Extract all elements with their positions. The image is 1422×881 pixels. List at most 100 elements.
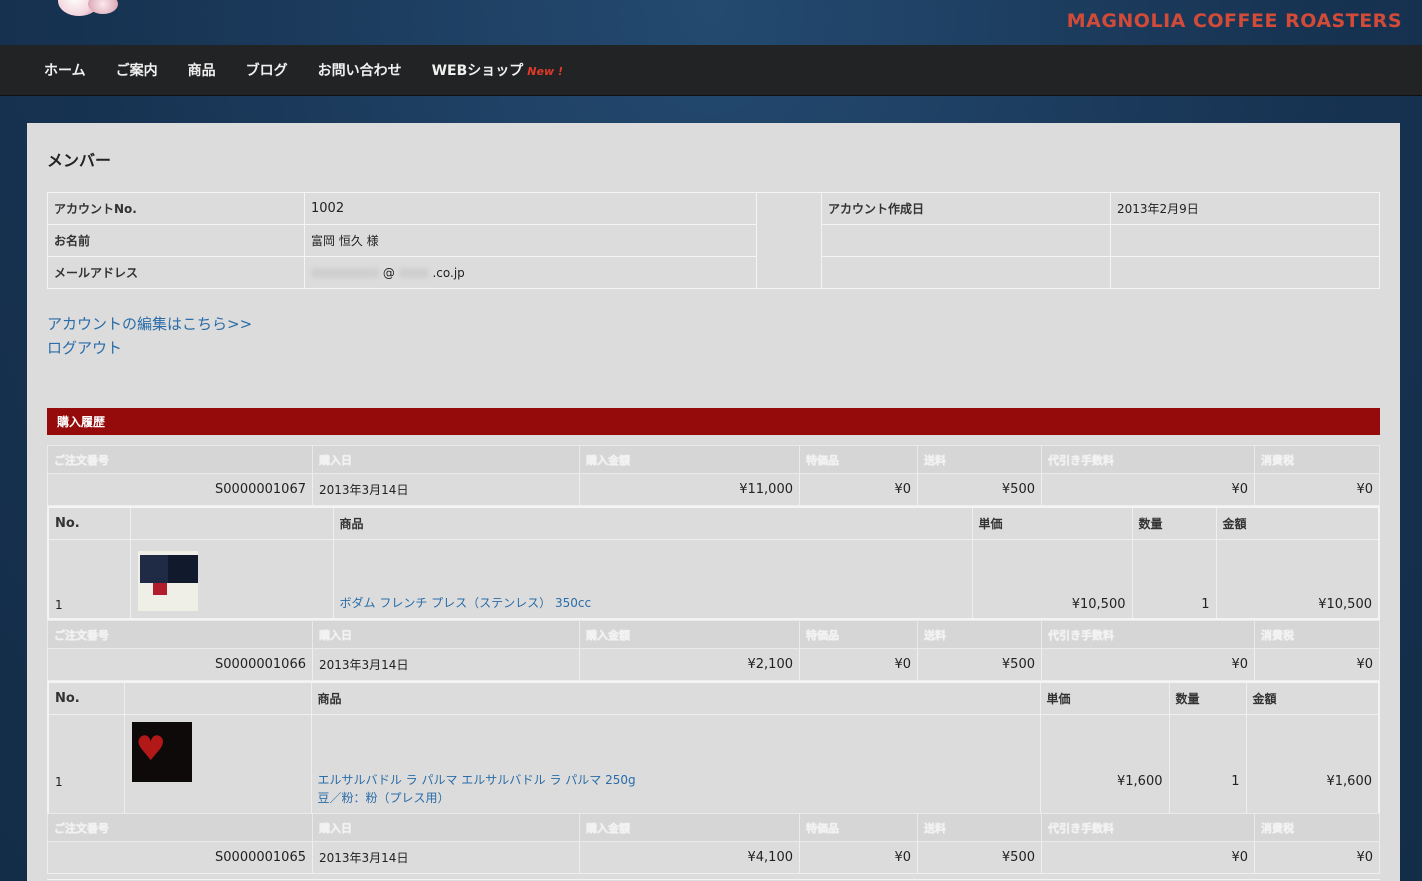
order-row: S0000001067 2013年3月14日 ¥11,000 ¥0 ¥500 ¥… [47, 473, 1380, 506]
order-header-row: ご注文番号 購入日 購入金額 特価品 送料 代引き手数料 消費税 [47, 813, 1380, 842]
item-total: ¥1,600 [1245, 713, 1380, 814]
item-total-header: 金額 [1215, 506, 1380, 540]
order-number: S0000001067 [47, 473, 313, 506]
account-empty-cell [1110, 224, 1380, 257]
order-special: ¥0 [799, 841, 918, 874]
thumbnail-heart: ♥ [135, 728, 166, 769]
account-links: アカウントの編集はこちら>> ログアウト [47, 312, 252, 360]
item-qty: 1 [1131, 538, 1217, 620]
item-unit-price-header: 単価 [971, 506, 1133, 540]
account-spacer [756, 192, 822, 289]
order-number-header: ご注文番号 [47, 445, 313, 474]
account-row-email: メールアドレス @ .co.jp [47, 256, 1380, 289]
account-empty-cell [1110, 256, 1380, 289]
item-qty: 1 [1168, 713, 1247, 814]
order-header-row: ご注文番号 購入日 購入金額 特価品 送料 代引き手数料 消費税 [47, 620, 1380, 649]
order-date-header: 購入日 [312, 620, 580, 649]
order-row: S0000001065 2013年3月14日 ¥4,100 ¥0 ¥500 ¥0… [47, 841, 1380, 874]
content-panel: メンバー アカウントNo. 1002 アカウント作成日 2013年2月9日 お名… [27, 123, 1400, 881]
order-number: S0000001065 [47, 841, 313, 874]
nav-item-contact[interactable]: お問い合わせ [318, 60, 402, 80]
order-special: ¥0 [799, 473, 918, 506]
account-info-table: アカウントNo. 1002 アカウント作成日 2013年2月9日 お名前 富岡 … [47, 192, 1380, 289]
account-number-label: アカウントNo. [47, 192, 305, 225]
nav-item-products[interactable]: 商品 [188, 60, 216, 80]
item-product-header: 商品 [332, 506, 973, 540]
order-tax: ¥0 [1254, 473, 1380, 506]
order-tax-header: 消費税 [1254, 445, 1380, 474]
order-special: ¥0 [799, 648, 918, 681]
nav-item-home[interactable]: ホーム [44, 60, 86, 80]
order-special-header: 特価品 [799, 445, 918, 474]
edit-account-link[interactable]: アカウントの編集はこちら>> [47, 312, 252, 336]
email-domain-suffix: .co.jp [432, 265, 465, 280]
french-press-thumbnail-icon[interactable] [136, 550, 199, 612]
item-qty-header: 数量 [1168, 681, 1247, 715]
new-badge: New ! [527, 65, 563, 78]
product-link[interactable]: ボダム フレンチ プレス（ステンレス） 350cc [340, 596, 592, 610]
order-amount: ¥4,100 [579, 841, 800, 874]
nav-item-guide[interactable]: ご案内 [116, 60, 158, 80]
item-unit-price: ¥10,500 [971, 538, 1133, 620]
item-row: 1 ボダム フレンチ プレス（ステンレス） 350cc ¥10,500 1 ¥1… [47, 538, 1380, 620]
item-unit-price-header: 単価 [1039, 681, 1170, 715]
order-number: S0000001066 [47, 648, 313, 681]
nav-item-webshop[interactable]: WEBショップ New ! [432, 60, 563, 80]
item-unit-price: ¥1,600 [1039, 713, 1170, 814]
order-tax: ¥0 [1254, 841, 1380, 874]
order-amount-header: 購入金額 [579, 813, 800, 842]
order-cod-header: 代引き手数料 [1041, 813, 1255, 842]
el-salvador-thumbnail-icon[interactable]: ♥ [130, 720, 193, 783]
account-empty-cell [821, 256, 1111, 289]
nav-item-blog[interactable]: ブログ [246, 60, 288, 80]
main-nav: ホーム ご案内 商品 ブログ お問い合わせ WEBショップ New ! [0, 45, 1422, 96]
product-link[interactable]: エルサルバドル ラ パルマ エルサルバドル ラ パルマ 250g [318, 771, 1034, 789]
item-product-cell: ボダム フレンチ プレス（ステンレス） 350cc [332, 538, 973, 620]
account-email-label: メールアドレス [47, 256, 305, 289]
order-number-header: ご注文番号 [47, 813, 313, 842]
order-amount-header: 購入金額 [579, 445, 800, 474]
order-cod-header: 代引き手数料 [1041, 620, 1255, 649]
order-amount-header: 購入金額 [579, 620, 800, 649]
thumbnail-block [139, 555, 170, 583]
item-qty-header: 数量 [1131, 506, 1217, 540]
account-created-label: アカウント作成日 [821, 192, 1111, 225]
order-amount: ¥2,100 [579, 648, 800, 681]
email-at-sign: @ [382, 265, 395, 280]
thumbnail-accent [152, 583, 167, 595]
order-header-row: ご注文番号 購入日 購入金額 特価品 送料 代引き手数料 消費税 [47, 445, 1380, 474]
item-product-cell: エルサルバドル ラ パルマ エルサルバドル ラ パルマ 250g 豆／粉：粉（プ… [310, 713, 1041, 814]
redacted-email-domain [398, 268, 429, 278]
items-header-row: No. 商品 単価 数量 金額 [47, 506, 1380, 540]
order-date: 2013年3月14日 [312, 648, 580, 681]
order-cod-fee: ¥0 [1041, 473, 1255, 506]
account-name-value: 富岡 恒久 様 [304, 224, 757, 257]
item-product-header: 商品 [310, 681, 1041, 715]
order-shipping-header: 送料 [917, 445, 1042, 474]
account-empty-cell [821, 224, 1111, 257]
order-shipping-header: 送料 [917, 813, 1042, 842]
order-row: S0000001066 2013年3月14日 ¥2,100 ¥0 ¥500 ¥0… [47, 648, 1380, 681]
item-image-header [129, 506, 334, 540]
order-amount: ¥11,000 [579, 473, 800, 506]
order-shipping: ¥500 [917, 648, 1042, 681]
brand-name: MAGNOLIA COFFEE ROASTERS [1066, 10, 1402, 32]
item-no: 1 [47, 538, 131, 620]
logout-link[interactable]: ログアウト [47, 336, 252, 360]
order-date: 2013年3月14日 [312, 841, 580, 874]
account-created-value: 2013年2月9日 [1110, 192, 1380, 225]
order-shipping: ¥500 [917, 841, 1042, 874]
order-cod-fee: ¥0 [1041, 841, 1255, 874]
order-items-table: No. 商品 単価 数量 金額 1 ♥ エルサルバドル ラ パルマ エルサルバド… [47, 681, 1380, 815]
order-cod-header: 代引き手数料 [1041, 445, 1255, 474]
page-title: メンバー [47, 151, 112, 170]
item-no-header: No. [47, 506, 131, 540]
order-summary-table: ご注文番号 購入日 購入金額 特価品 送料 代引き手数料 消費税 S000000… [47, 813, 1380, 874]
items-header-row: No. 商品 単価 数量 金額 [47, 681, 1380, 715]
item-image-header [123, 681, 312, 715]
order-tax-header: 消費税 [1254, 813, 1380, 842]
item-image-cell [129, 538, 334, 620]
product-option[interactable]: 豆／粉：粉（プレス用） [318, 789, 1034, 807]
item-no: 1 [47, 713, 125, 814]
order-summary-table: ご注文番号 購入日 購入金額 特価品 送料 代引き手数料 消費税 S000000… [47, 620, 1380, 681]
